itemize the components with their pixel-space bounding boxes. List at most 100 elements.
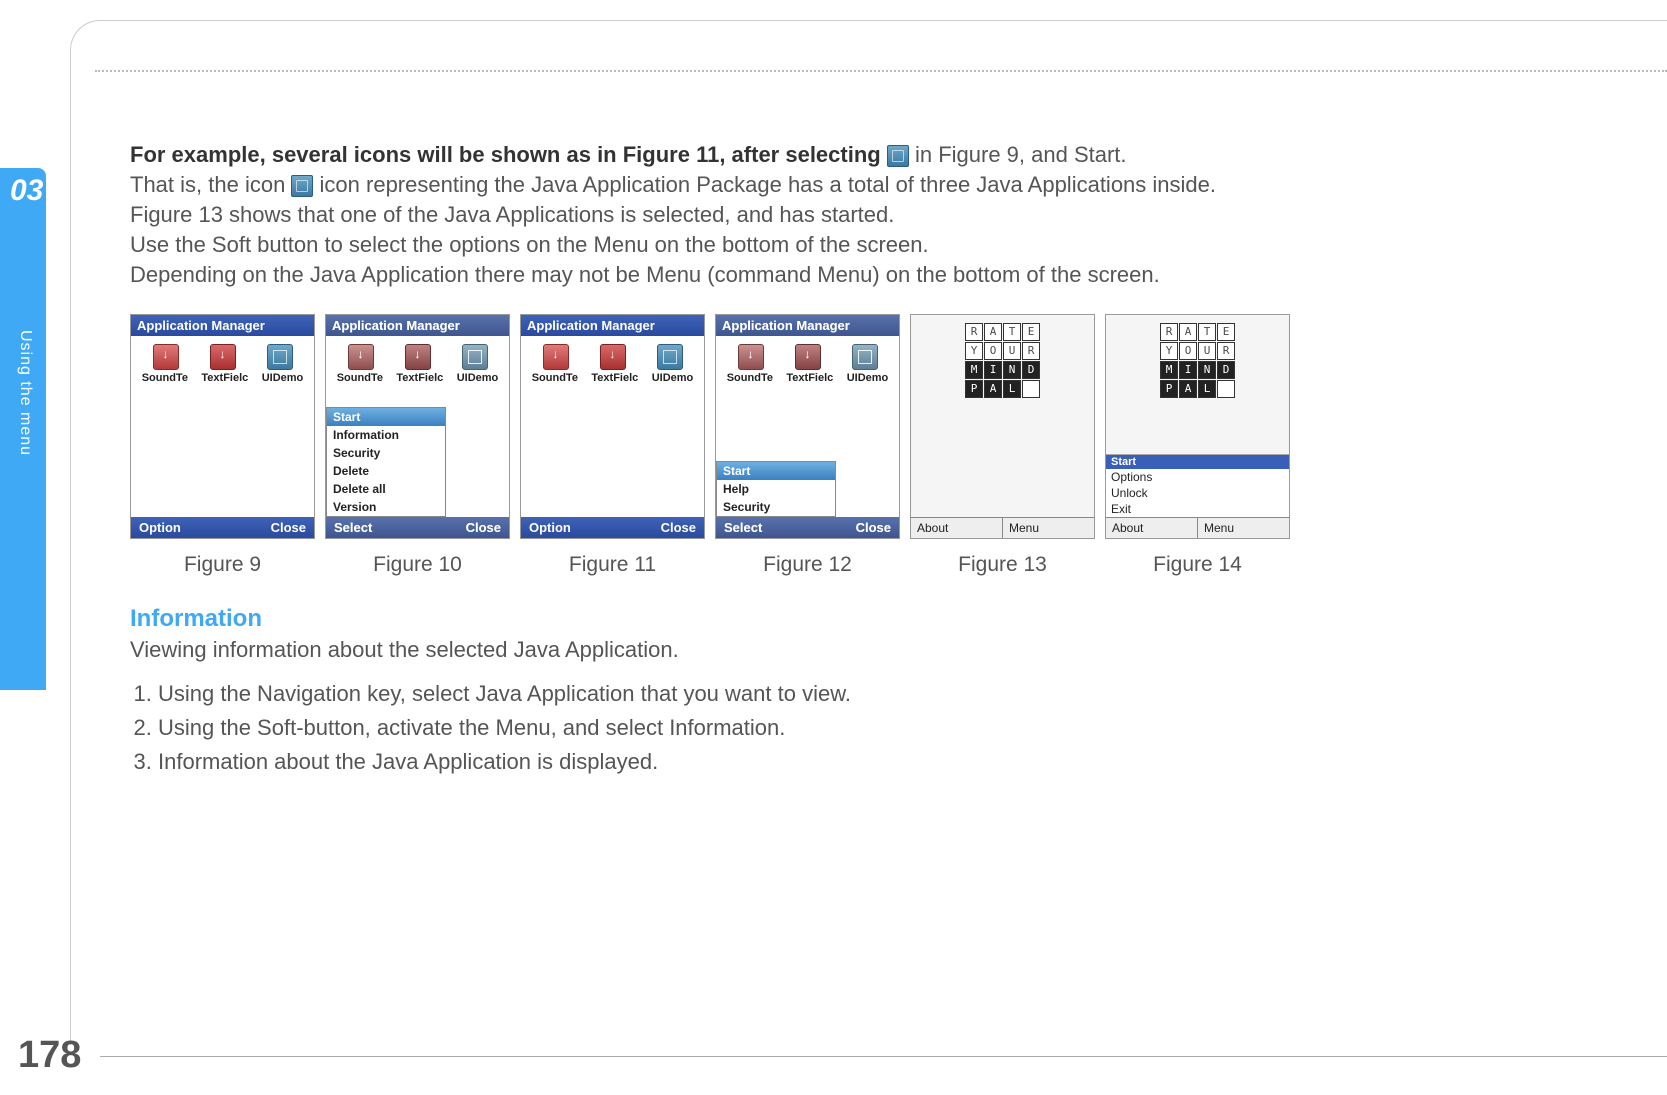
- menu-item-delete[interactable]: Delete: [327, 462, 445, 480]
- menu-item-security[interactable]: Security: [717, 498, 835, 516]
- app-label: SoundTe: [142, 372, 188, 384]
- softkey-menu[interactable]: Menu: [1002, 518, 1094, 538]
- title-text: Application Manager: [137, 318, 265, 333]
- grid-cell: R: [1022, 342, 1040, 360]
- menu-item-help[interactable]: Help: [717, 480, 835, 498]
- menu-item-delete-all[interactable]: Delete all: [327, 480, 445, 498]
- menu-item-exit[interactable]: Exit: [1106, 501, 1289, 517]
- app-label: SoundTe: [337, 372, 383, 384]
- grid-cell: E: [1217, 323, 1235, 341]
- softkey-close[interactable]: Close: [271, 520, 306, 535]
- grid-cell: U: [1003, 342, 1021, 360]
- softkey-select[interactable]: Select: [724, 520, 762, 535]
- softkey-close[interactable]: Close: [661, 520, 696, 535]
- options-menu: Start Information Security Delete Delete…: [326, 407, 446, 517]
- grid-cell: L: [1003, 380, 1021, 398]
- menu-item-start[interactable]: Start: [717, 462, 835, 480]
- softkey-about[interactable]: About: [1106, 518, 1197, 538]
- grid-cell: A: [1179, 323, 1197, 341]
- grid-cell-empty: [1022, 380, 1040, 398]
- phone-fig9: Application Manager SoundTe TextFielc UI…: [130, 314, 315, 539]
- menu-item-version[interactable]: Version: [327, 498, 445, 516]
- intro-after-icon1: in Figure 9, and Start.: [909, 142, 1127, 167]
- softkey-bar: About Menu: [1106, 517, 1289, 538]
- app-label: SoundTe: [532, 372, 578, 384]
- options-menu: Start Options Unlock Exit: [1106, 454, 1289, 517]
- information-subtext: Viewing information about the selected J…: [130, 637, 1607, 663]
- grid-cell: N: [1003, 361, 1021, 379]
- phone-body: Start Information Security Delete Delete…: [326, 388, 509, 517]
- step-2: Using the Soft-button, activate the Menu…: [158, 715, 1607, 741]
- package-icon: [657, 344, 683, 370]
- softkey-select[interactable]: Select: [334, 520, 372, 535]
- grid-cell: P: [1160, 380, 1178, 398]
- grid-cell: P: [965, 380, 983, 398]
- softkey-close[interactable]: Close: [466, 520, 501, 535]
- softkey-close[interactable]: Close: [856, 520, 891, 535]
- app-label: UIDemo: [262, 372, 304, 384]
- grid-cell: M: [1160, 361, 1178, 379]
- grid-cell: T: [1198, 323, 1216, 341]
- softkey-about[interactable]: About: [911, 518, 1002, 538]
- intro-paragraph: For example, several icons will be shown…: [130, 140, 1607, 290]
- download-icon: [348, 344, 374, 370]
- grid-cell: D: [1022, 361, 1040, 379]
- softkey-bar: Option Close: [131, 517, 314, 538]
- menu-item-security[interactable]: Security: [327, 444, 445, 462]
- softkey-bar: Select Close: [716, 517, 899, 538]
- softkey-menu[interactable]: Menu: [1197, 518, 1289, 538]
- titlebar: Application Manager: [716, 315, 899, 336]
- app-label: UIDemo: [652, 372, 694, 384]
- package-icon: [852, 344, 878, 370]
- download-icon: [543, 344, 569, 370]
- figure-caption: Figure 10: [373, 553, 462, 577]
- grid-cell: E: [1022, 323, 1040, 341]
- app-labels-row: SoundTe TextFielc UIDemo: [716, 372, 899, 388]
- titlebar: Application Manager: [521, 315, 704, 336]
- softkey-option[interactable]: Option: [139, 520, 181, 535]
- download-icon: [600, 344, 626, 370]
- package-icon: [291, 175, 313, 197]
- intro-line5: Depending on the Java Application there …: [130, 262, 1160, 287]
- figure-caption: Figure 9: [184, 553, 261, 577]
- app-label: TextFielc: [201, 372, 248, 384]
- grid-cell-empty: [1217, 380, 1235, 398]
- phone-fig13: R A T E Y O U R M I N D P A L: [910, 314, 1095, 539]
- intro-line2b: icon representing the Java Application P…: [313, 172, 1216, 197]
- grid-cell: O: [1179, 342, 1197, 360]
- grid-cell: I: [1179, 361, 1197, 379]
- menu-item-options[interactable]: Options: [1106, 469, 1289, 485]
- grid-cell: O: [984, 342, 1002, 360]
- rate-your-mind-pal-grid: R A T E Y O U R M I N D P A L: [965, 323, 1040, 398]
- download-icon: [795, 344, 821, 370]
- softkey-option[interactable]: Option: [529, 520, 571, 535]
- app-labels-row: SoundTe TextFielc UIDemo: [326, 372, 509, 388]
- menu-item-start[interactable]: Start: [327, 408, 445, 426]
- grid-cell: U: [1198, 342, 1216, 360]
- figure-11: Application Manager SoundTe TextFielc UI…: [520, 314, 705, 577]
- menu-item-start[interactable]: Start: [1106, 455, 1289, 469]
- package-icon: [887, 145, 909, 167]
- app-label: SoundTe: [727, 372, 773, 384]
- dotted-divider: [95, 70, 1667, 72]
- phone-body: Start Options Unlock Exit: [1106, 398, 1289, 517]
- app-label: UIDemo: [847, 372, 889, 384]
- grid-cell: T: [1003, 323, 1021, 341]
- app-icons-row: [716, 336, 899, 372]
- grid-cell: N: [1198, 361, 1216, 379]
- sidebar-label: Using the menu: [16, 330, 34, 456]
- menu-item-unlock[interactable]: Unlock: [1106, 485, 1289, 501]
- app-label: UIDemo: [457, 372, 499, 384]
- step-1: Using the Navigation key, select Java Ap…: [158, 681, 1607, 707]
- package-icon: [267, 344, 293, 370]
- phone-body: [521, 388, 704, 517]
- phone-body: [911, 398, 1094, 517]
- grid-cell: L: [1198, 380, 1216, 398]
- download-icon: [738, 344, 764, 370]
- app-icons-row: [326, 336, 509, 372]
- menu-item-information[interactable]: Information: [327, 426, 445, 444]
- softkey-bar: About Menu: [911, 517, 1094, 538]
- figure-caption: Figure 13: [958, 553, 1047, 577]
- intro-line4: Use the Soft button to select the option…: [130, 232, 929, 257]
- grid-cell: I: [984, 361, 1002, 379]
